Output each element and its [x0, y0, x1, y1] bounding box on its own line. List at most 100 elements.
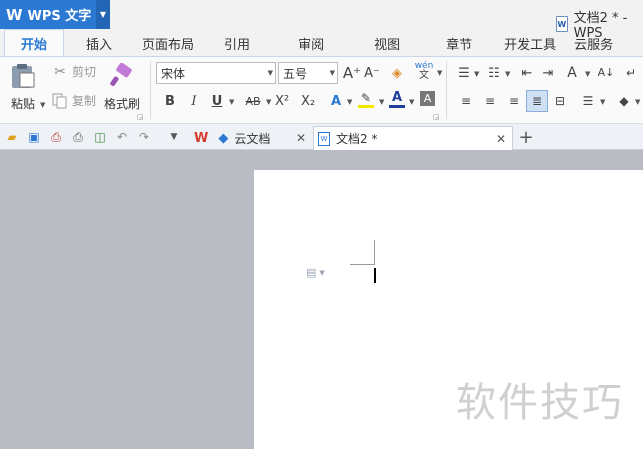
customize-toolbar-chevron-down-icon[interactable]: ▼: [166, 129, 182, 145]
close-icon[interactable]: ✕: [296, 131, 306, 145]
margin-marker: [374, 240, 375, 265]
scissors-icon: ✂: [54, 63, 66, 80]
char-shading-button[interactable]: A: [420, 91, 435, 106]
doc-tab-cloud[interactable]: W ◆ 云文档 ✕: [186, 126, 312, 150]
tab-cloud-service[interactable]: 云服务: [566, 30, 621, 56]
underline-icon: U: [211, 93, 223, 109]
text-effect-button[interactable]: A: [326, 91, 346, 111]
bullet-list-button[interactable]: ☰: [454, 63, 474, 83]
increase-indent-icon: ⇥: [542, 65, 554, 81]
cut-label: 剪切: [72, 65, 97, 79]
shrink-font-button[interactable]: A⁻: [362, 63, 382, 83]
align-right-icon: ≡: [508, 94, 520, 108]
chevron-down-icon: ▼: [267, 69, 273, 77]
font-family-value: 宋体: [161, 66, 186, 81]
document-page[interactable]: ▤ ▼ 软件技巧: [254, 170, 643, 449]
decrease-indent-button[interactable]: ⇤: [517, 63, 537, 83]
tab-developer[interactable]: 开发工具: [494, 30, 566, 56]
export-pdf-icon[interactable]: ⎙: [48, 129, 64, 145]
undo-icon[interactable]: ↶: [114, 129, 130, 145]
text-effect-icon: A: [330, 93, 342, 109]
superscript-button[interactable]: X²: [272, 91, 292, 111]
clipboard-group-launcher-icon[interactable]: ◲: [137, 113, 144, 121]
strikethrough-icon: AB: [245, 94, 261, 108]
underline-button[interactable]: U: [207, 91, 227, 111]
group-separator: [150, 61, 151, 119]
tab-references[interactable]: 引用: [202, 30, 272, 56]
numbered-list-icon: ☷: [488, 65, 500, 81]
align-center-icon: ≡: [484, 94, 496, 108]
line-spacing-button[interactable]: ☰: [578, 91, 598, 111]
paste-button[interactable]: 粘贴 ▼: [8, 63, 45, 112]
distributed-align-button[interactable]: ⊟: [550, 91, 570, 111]
subscript-button[interactable]: X₂: [298, 91, 318, 111]
clear-format-button[interactable]: ◈: [387, 63, 407, 83]
title-bar: W WPS 文字 ▼ W 文档2 * - WPS: [0, 0, 643, 41]
doc-tab-label: 文档2 *: [336, 132, 378, 146]
distributed-align-icon: ⊟: [554, 94, 566, 108]
bold-button[interactable]: B: [160, 91, 180, 111]
copy-button[interactable]: 复制: [52, 92, 96, 109]
font-color-icon: A: [391, 90, 403, 105]
print-icon[interactable]: ⎙: [70, 129, 86, 145]
format-painter-label: 格式刷: [104, 97, 141, 111]
new-tab-plus-icon[interactable]: +: [518, 127, 534, 148]
font-color-button[interactable]: A: [387, 89, 407, 109]
app-menu-dropdown-icon[interactable]: ▼: [96, 0, 110, 29]
sort-icon: A↓: [597, 66, 615, 79]
tab-view[interactable]: 视图: [350, 30, 424, 56]
increase-indent-button[interactable]: ⇥: [538, 63, 558, 83]
ribbon-home: 粘贴 ▼ ✂ 剪切 复制 格式刷 ◲ 宋体 ▼ 五号 ▼ A⁺ A⁻ ◈ wén 文…: [0, 57, 643, 124]
highlight-button[interactable]: ✎: [356, 89, 376, 109]
wps-cloud-logo-icon: W: [194, 130, 209, 146]
ribbon-tab-bar: 开始 插入 页面布局 引用 审阅 视图 章节 开发工具 云服务: [0, 29, 643, 57]
align-center-button[interactable]: ≡: [480, 91, 500, 111]
format-painter-button[interactable]: 格式刷: [104, 63, 140, 112]
paste-label: 粘贴: [10, 97, 35, 111]
font-group-launcher-icon[interactable]: ◲: [433, 113, 440, 121]
tab-home[interactable]: 开始: [4, 29, 65, 56]
paragraph-options-icon[interactable]: ▤ ▼: [306, 266, 325, 279]
tab-review[interactable]: 审阅: [272, 30, 350, 56]
tab-section[interactable]: 章节: [424, 30, 494, 56]
tab-page-layout[interactable]: 页面布局: [134, 30, 202, 56]
group-separator: [446, 61, 447, 119]
strikethrough-button[interactable]: AB: [240, 91, 266, 111]
font-color-swatch: [389, 105, 405, 108]
shading-button[interactable]: ◆: [614, 91, 634, 111]
app-menu-button[interactable]: W WPS 文字 ▼: [0, 0, 110, 29]
phonetic-guide-button[interactable]: wén 文: [410, 61, 438, 81]
justify-button[interactable]: ≣: [526, 90, 548, 112]
cut-button[interactable]: ✂ 剪切: [52, 63, 96, 80]
font-size-select[interactable]: 五号 ▼: [278, 62, 338, 84]
doc-tab-document2[interactable]: W 文档2 * ✕: [313, 126, 513, 150]
app-name: WPS 文字: [27, 9, 92, 24]
justify-icon: ≣: [531, 94, 543, 108]
numbered-list-button[interactable]: ☷: [484, 63, 504, 83]
close-icon[interactable]: ✕: [496, 132, 506, 146]
align-right-button[interactable]: ≡: [504, 91, 524, 111]
doc-tab-label: 云文档: [234, 131, 271, 146]
align-left-button[interactable]: ≡: [456, 91, 476, 111]
redo-icon[interactable]: ↷: [136, 129, 152, 145]
italic-icon: I: [191, 93, 197, 109]
cube-icon: ◆: [218, 130, 229, 146]
paint-bucket-icon: ◆: [619, 94, 629, 108]
highlighter-icon: ✎: [360, 90, 372, 105]
italic-button[interactable]: I: [184, 91, 204, 111]
tab-insert[interactable]: 插入: [64, 30, 134, 56]
document-workspace: ▤ ▼ 软件技巧: [0, 150, 643, 449]
eraser-icon: ◈: [392, 65, 402, 81]
change-case-button[interactable]: A: [562, 63, 582, 83]
superscript-icon: X²: [274, 93, 290, 109]
subscript-icon: X₂: [300, 93, 316, 109]
font-family-select[interactable]: 宋体 ▼: [156, 62, 276, 84]
show-marks-button[interactable]: ↵: [621, 63, 641, 83]
open-folder-icon[interactable]: ▰: [4, 129, 20, 145]
sort-button[interactable]: A↓: [596, 63, 616, 83]
save-icon[interactable]: ▣: [26, 129, 42, 145]
grow-font-button[interactable]: A⁺: [342, 63, 362, 83]
line-spacing-icon: ☰: [582, 94, 594, 108]
print-preview-icon[interactable]: ◫: [92, 129, 108, 145]
word-doc-icon: W: [318, 131, 330, 146]
